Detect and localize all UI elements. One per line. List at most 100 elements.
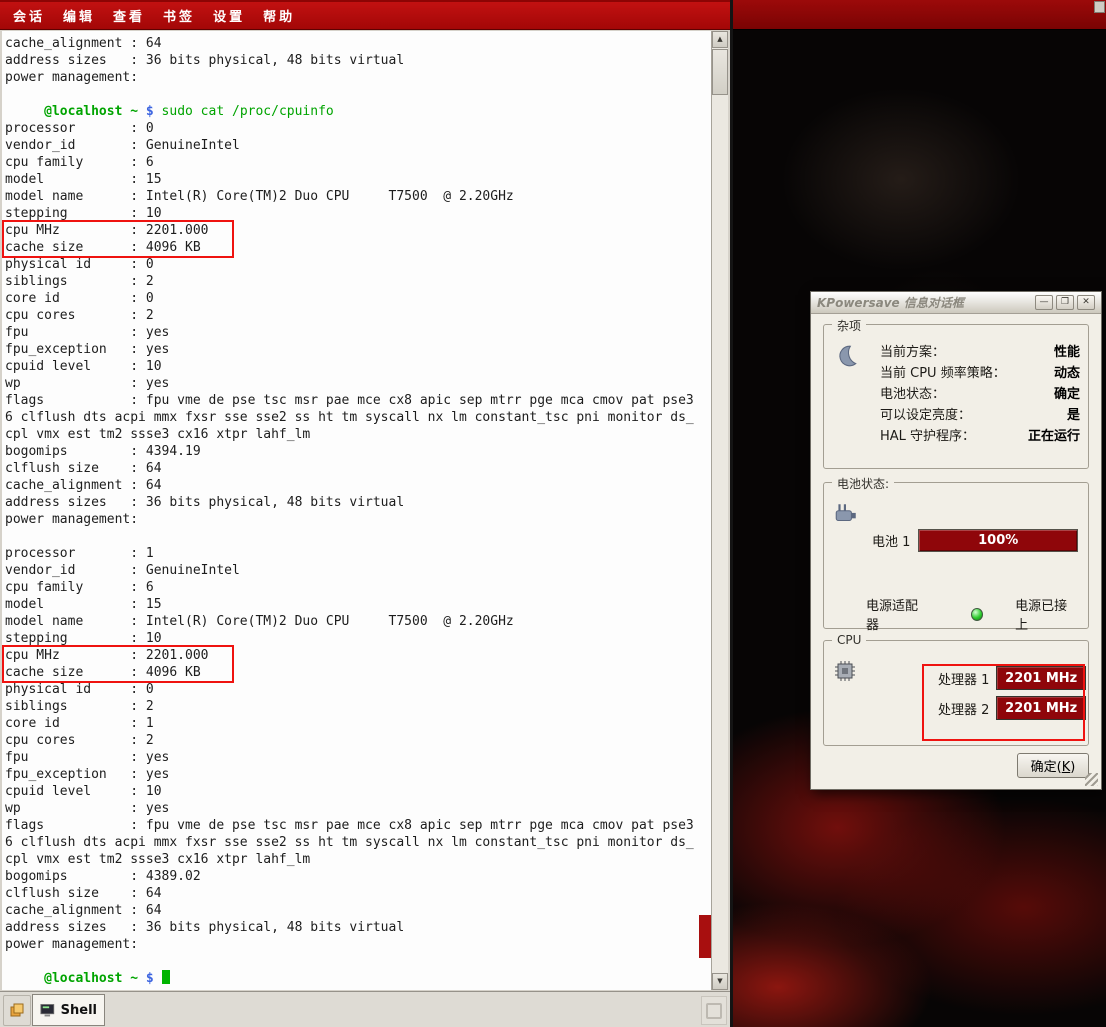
misc-row-2: 电池状态： 确定	[880, 382, 1080, 403]
terminal-line: physical id : 0	[5, 256, 711, 273]
scroll-down-icon[interactable]: ▼	[712, 973, 728, 990]
group-cpu-title: CPU	[832, 633, 866, 647]
cpu-rows: 处理器 1 2201 MHz 处理器 22201 MHz	[938, 663, 1086, 723]
terminal-line: bogomips : 4394.19	[5, 443, 711, 460]
terminal-line: vendor_id : GenuineIntel	[5, 562, 711, 579]
processor-label: 处理器 2	[938, 699, 989, 718]
misc-value: 动态	[1054, 362, 1080, 381]
terminal-line: physical id : 0	[5, 681, 711, 698]
terminal-line: power management:	[5, 936, 711, 953]
menu-item-4[interactable]: 设置	[204, 3, 254, 28]
terminal-line: address sizes : 36 bits physical, 48 bit…	[5, 494, 711, 511]
tab-shell[interactable]: Shell	[32, 994, 105, 1026]
kpowersave-dialog: KPowersave 信息对话框 — ❐ ✕ 杂项 当前方案：性能当前 CPU …	[810, 291, 1102, 790]
menu-item-0[interactable]: 会话	[4, 3, 54, 28]
terminal-line: cache_alignment : 64	[5, 477, 711, 494]
terminal-line: cache size : 4096 KB	[5, 664, 711, 681]
battery-gauge: 100%	[918, 529, 1078, 552]
misc-value: 确定	[1054, 383, 1080, 402]
misc-label: 电池状态：	[880, 383, 945, 402]
session-list-icon	[706, 1003, 722, 1019]
terminal-line: model : 15	[5, 171, 711, 188]
resize-grip[interactable]	[1085, 773, 1098, 786]
cpu-chip-icon	[833, 659, 857, 687]
terminal-output: cache_alignment : 64address sizes : 36 b…	[2, 35, 711, 987]
dialog-title-bar[interactable]: KPowersave 信息对话框 — ❐ ✕	[811, 292, 1101, 314]
battery-row: 电池 1 100%	[872, 529, 1078, 552]
session-tab-bar: Shell	[0, 991, 730, 1027]
terminal-line: cpl vmx est tm2 ssse3 cx16 xtpr lahf_lm	[5, 426, 711, 443]
menu-item-2[interactable]: 查看	[104, 3, 154, 28]
terminal-viewport[interactable]: cache_alignment : 64address sizes : 36 b…	[2, 31, 711, 990]
menu-bar: 会话编辑查看书签设置帮助	[0, 0, 730, 30]
processor-mhz-badge: 2201 MHz	[996, 666, 1086, 690]
misc-value: 性能	[1054, 341, 1080, 360]
battery-label: 电池 1	[872, 531, 910, 550]
battery-percent: 100%	[919, 530, 1077, 551]
group-battery-title: 电池状态:	[832, 475, 894, 492]
terminal-line: processor : 1	[5, 545, 711, 562]
terminal-line: power management:	[5, 69, 711, 86]
terminal-line: cache_alignment : 64	[5, 902, 711, 919]
terminal-line: bogomips : 4389.02	[5, 868, 711, 885]
adapter-led-icon	[971, 608, 983, 621]
terminal-line: cpl vmx est tm2 ssse3 cx16 xtpr lahf_lm	[5, 851, 711, 868]
terminal-scrollbar[interactable]: ▲ ▼	[711, 31, 728, 990]
processor-label: 处理器 1	[938, 669, 989, 688]
terminal-line: 6 clflush dts acpi mmx fxsr sse sse2 ss …	[5, 834, 711, 851]
terminal-line: core id : 1	[5, 715, 711, 732]
misc-value: 正在运行	[1028, 425, 1080, 444]
processor-row-1: 处理器 1 2201 MHz	[938, 663, 1086, 693]
scroll-up-icon[interactable]: ▲	[712, 31, 728, 48]
terminal-line: cpu cores : 2	[5, 732, 711, 749]
group-misc: 杂项 当前方案：性能当前 CPU 频率策略：动态电池状态：确定可以设定亮度：是H…	[823, 324, 1089, 469]
misc-row-3: 可以设定亮度： 是	[880, 403, 1080, 424]
adapter-label: 电源适配器	[866, 595, 927, 633]
terminal-icon	[40, 1003, 55, 1018]
terminal-line: cache_alignment : 64	[5, 35, 711, 52]
tab-shell-label: Shell	[61, 1003, 97, 1018]
misc-value: 是	[1067, 404, 1080, 423]
misc-rows: 当前方案：性能当前 CPU 频率策略：动态电池状态：确定可以设定亮度：是HAL …	[880, 340, 1080, 445]
terminal-line: flags : fpu vme de pse tsc msr pae mce c…	[5, 817, 711, 834]
maximize-icon[interactable]: ❐	[1056, 295, 1074, 310]
terminal-line: siblings : 2	[5, 698, 711, 715]
desktop-top-bar	[733, 0, 1106, 30]
misc-row-1: 当前 CPU 频率策略：动态	[880, 361, 1080, 382]
output-marker	[699, 915, 711, 958]
misc-label: 可以设定亮度：	[880, 404, 971, 423]
screen: 会话编辑查看书签设置帮助 cache_alignment : 64address…	[0, 0, 1106, 1027]
terminal-line: wp : yes	[5, 375, 711, 392]
terminal-line: @localhost ~ $	[5, 970, 711, 987]
adapter-row: 电源适配器 电源已接上	[866, 595, 1076, 633]
terminal-line: power management:	[5, 511, 711, 528]
terminal-line: fpu : yes	[5, 749, 711, 766]
menu-item-3[interactable]: 书签	[154, 3, 204, 28]
konsole-window: 会话编辑查看书签设置帮助 cache_alignment : 64address…	[0, 0, 733, 1027]
terminal-line: processor : 0	[5, 120, 711, 137]
new-session-button[interactable]	[3, 995, 31, 1026]
minimize-icon[interactable]: —	[1035, 295, 1053, 310]
terminal-line: cpu MHz : 2201.000	[5, 647, 711, 664]
menu-item-5[interactable]: 帮助	[254, 3, 304, 28]
terminal-line: cpu cores : 2	[5, 307, 711, 324]
ok-button[interactable]: 确定(K)	[1017, 753, 1089, 778]
terminal-line	[5, 86, 711, 103]
terminal-line	[5, 953, 711, 970]
terminal-line: cpu family : 6	[5, 154, 711, 171]
terminal-line: vendor_id : GenuineIntel	[5, 137, 711, 154]
close-icon[interactable]: ✕	[1077, 295, 1095, 310]
terminal-line: stepping : 10	[5, 630, 711, 647]
terminal-line: 6 clflush dts acpi mmx fxsr sse sse2 ss …	[5, 409, 711, 426]
terminal-line: @localhost ~ $ sudo cat /proc/cpuinfo	[5, 103, 711, 120]
menu-item-1[interactable]: 编辑	[54, 3, 104, 28]
terminal-line: stepping : 10	[5, 205, 711, 222]
misc-row-4: HAL 守护程序：正在运行	[880, 424, 1080, 445]
terminal-line: address sizes : 36 bits physical, 48 bit…	[5, 919, 711, 936]
scrollbar-thumb[interactable]	[712, 49, 728, 95]
processor-row-2: 处理器 22201 MHz	[938, 693, 1086, 723]
terminal-line: fpu : yes	[5, 324, 711, 341]
new-session-icon	[10, 1003, 25, 1018]
terminal-line: clflush size : 64	[5, 885, 711, 902]
session-list-button[interactable]	[701, 996, 727, 1025]
